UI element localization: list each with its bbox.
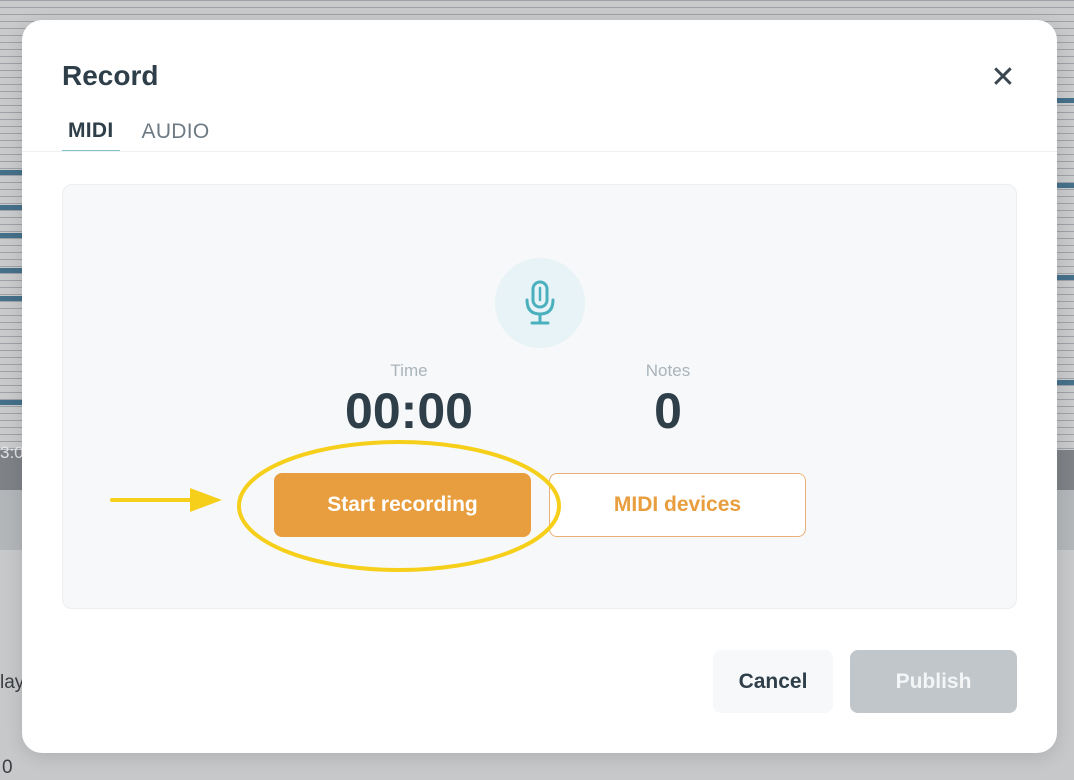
background-note [0, 268, 22, 273]
publish-button[interactable]: Publish [850, 650, 1017, 713]
background-note [0, 205, 22, 210]
time-stat: Time 00:00 [309, 361, 509, 438]
background-timeline-label: 3:0 [0, 443, 24, 462]
record-modal: Record ✕ MIDI AUDIO Time 00:00 Notes 0 S… [22, 20, 1057, 753]
microphone-icon [525, 280, 555, 325]
cancel-button[interactable]: Cancel [713, 650, 833, 713]
time-value: 00:00 [345, 383, 473, 439]
background-side-text: lay [0, 672, 25, 693]
modal-title: Record [62, 60, 159, 91]
notes-stat: Notes 0 [593, 361, 743, 438]
close-button[interactable]: ✕ [987, 62, 1019, 94]
background-note [0, 400, 22, 405]
background-note [0, 170, 22, 175]
background-bottom-text: 0 [2, 757, 13, 778]
start-recording-button[interactable]: Start recording [274, 473, 531, 537]
tabs-divider [22, 151, 1057, 152]
time-label: Time [390, 361, 428, 380]
background-note [1057, 183, 1074, 188]
recorder-panel: Time 00:00 Notes 0 Start recording MIDI … [62, 184, 1017, 609]
notes-label: Notes [645, 361, 691, 380]
background-note [0, 296, 22, 301]
record-tabs: MIDI AUDIO [62, 108, 232, 152]
tab-midi[interactable]: MIDI [62, 108, 120, 152]
microphone-badge [495, 258, 585, 348]
background-note [0, 233, 22, 238]
background-note [1057, 275, 1074, 280]
midi-devices-button[interactable]: MIDI devices [549, 473, 806, 537]
background-note [1057, 380, 1074, 385]
notes-value: 0 [654, 383, 682, 439]
background-note [1057, 98, 1074, 103]
tab-audio[interactable]: AUDIO [136, 108, 216, 152]
close-icon: ✕ [990, 61, 1016, 94]
